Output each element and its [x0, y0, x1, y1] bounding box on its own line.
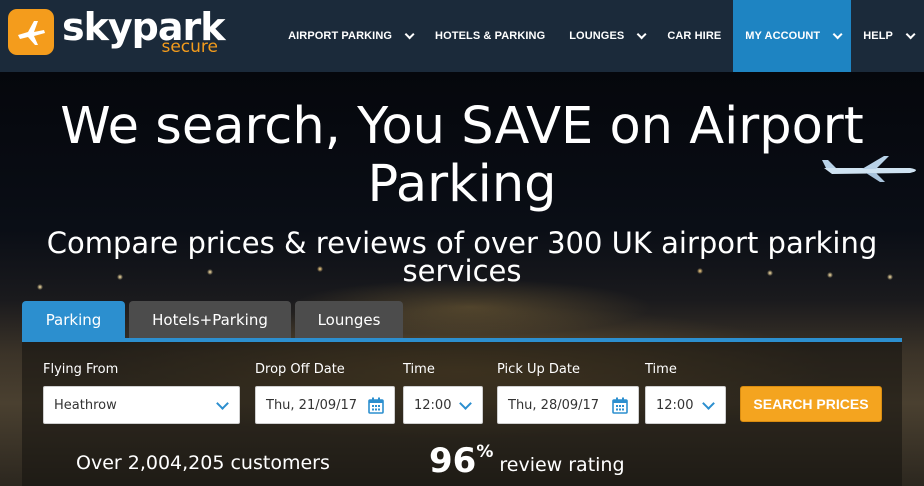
calendar-icon[interactable] [612, 397, 628, 414]
drop-off-time-label: Time [403, 362, 435, 377]
chevron-down-icon [702, 396, 715, 410]
pick-up-date-value: Thu, 28/09/17 [508, 397, 600, 413]
nav-label: HOTELS & PARKING [435, 30, 546, 42]
pick-up-date-label: Pick Up Date [497, 362, 580, 377]
flying-from-label: Flying From [43, 362, 119, 377]
nav-label: CAR HIRE [667, 30, 722, 42]
drop-off-time-value: 12:00 [414, 397, 452, 413]
hero-subheadline: Compare prices & reviews of over 300 UK … [46, 226, 878, 288]
drop-off-date-input[interactable]: Thu, 21/09/17 [255, 386, 395, 424]
main-nav: AIRPORT PARKING HOTELS & PARKING LOUNGES… [276, 0, 924, 72]
tab-lounges[interactable]: Lounges [295, 301, 403, 339]
brand-tagline: secure [161, 37, 218, 57]
chevron-down-icon [905, 28, 916, 39]
rating-number: 96 [429, 441, 477, 481]
nav-lounges[interactable]: LOUNGES [557, 0, 655, 72]
site-header: skypark secure AIRPORT PARKING HOTELS & … [0, 0, 924, 72]
pick-up-time-label: Time [645, 362, 677, 377]
pick-up-time-select[interactable]: 12:00 [645, 386, 726, 424]
rating-percent-sign: % [476, 442, 494, 462]
hero-section: We search, You SAVE on Airport Parking C… [0, 72, 924, 486]
nav-label: MY ACCOUNT [745, 30, 821, 42]
drop-off-time-select[interactable]: 12:00 [403, 386, 483, 424]
nav-label: AIRPORT PARKING [288, 30, 393, 42]
nav-airport-parking[interactable]: AIRPORT PARKING [276, 0, 423, 72]
pick-up-time-value: 12:00 [656, 397, 694, 413]
nav-hotels-parking[interactable]: HOTELS & PARKING [423, 0, 557, 72]
search-prices-button[interactable]: SEARCH PRICES [740, 386, 882, 422]
nav-my-account[interactable]: MY ACCOUNT [733, 0, 852, 72]
chevron-down-icon [459, 396, 472, 410]
drop-off-date-label: Drop Off Date [255, 362, 345, 377]
pick-up-date-input[interactable]: Thu, 28/09/17 [497, 386, 639, 424]
flying-from-select[interactable]: Heathrow [43, 386, 240, 424]
nav-help[interactable]: HELP [851, 0, 924, 72]
tab-parking[interactable]: Parking [22, 301, 125, 339]
search-tabs: Parking Hotels+Parking Lounges [22, 301, 407, 339]
customer-count: Over 2,004,205 customers [76, 452, 330, 474]
tab-hotels-parking[interactable]: Hotels+Parking [129, 301, 291, 339]
chevron-down-icon [832, 28, 843, 39]
nav-label: LOUNGES [569, 30, 625, 42]
chevron-down-icon [404, 28, 415, 39]
airplane-icon [8, 9, 54, 55]
review-rating: 96 % review rating [429, 442, 625, 480]
rating-label: review rating [499, 454, 625, 476]
nav-label: HELP [863, 30, 893, 42]
nav-car-hire[interactable]: CAR HIRE [655, 0, 733, 72]
parking-search-form: Flying From Heathrow Drop Off Date Thu, … [22, 338, 902, 486]
flying-from-value: Heathrow [54, 397, 117, 413]
drop-off-date-value: Thu, 21/09/17 [266, 397, 358, 413]
chevron-down-icon [636, 28, 647, 39]
hero-headline: We search, You SAVE on Airport Parking [60, 97, 864, 214]
calendar-icon[interactable] [368, 397, 384, 414]
brand-logo[interactable]: skypark secure [8, 5, 232, 61]
chevron-down-icon [216, 396, 229, 410]
